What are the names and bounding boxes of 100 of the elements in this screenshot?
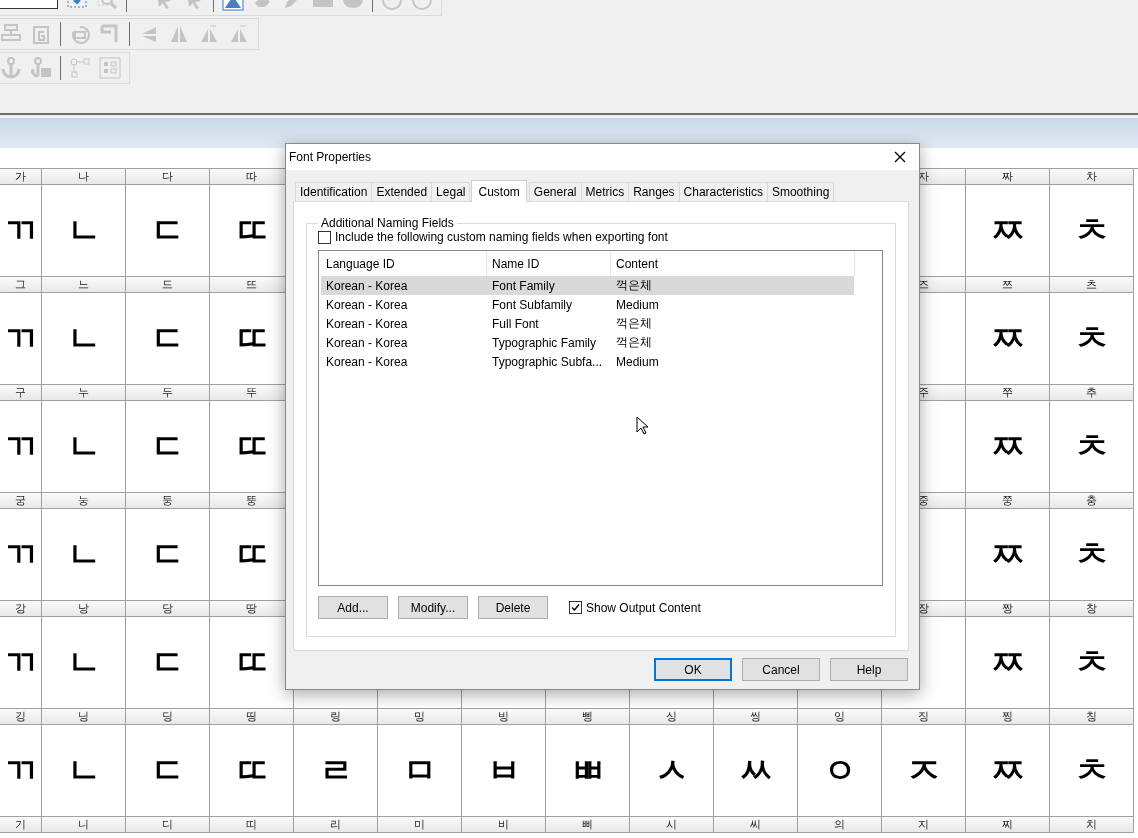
skew-icon[interactable] [198, 23, 220, 45]
glyph[interactable]: ㄴ [66, 531, 101, 578]
glyph[interactable]: ㅆ [738, 747, 773, 794]
glyph[interactable]: ㄲ [3, 207, 38, 254]
glyph[interactable]: ㅊ [1074, 315, 1109, 362]
glyph[interactable]: ㄸ [234, 423, 269, 470]
selected-row[interactable]: Korean - Korea Font Family 꺽은체 [321, 276, 854, 295]
glyph[interactable]: ㄸ [234, 315, 269, 362]
glyph-label: 징 [918, 709, 929, 724]
dialog-button[interactable]: Cancel [742, 658, 820, 681]
glyph[interactable]: ㄲ [3, 531, 38, 578]
table-cell-text: Font Subfamily [491, 297, 574, 312]
glyph[interactable]: ㄴ [66, 423, 101, 470]
glyph[interactable]: ㄷ [150, 747, 185, 794]
glyph[interactable]: ㄷ [150, 423, 185, 470]
glyph[interactable]: ㅁ [402, 747, 437, 794]
glyph[interactable]: ㄲ [3, 423, 38, 470]
glyph-label: 주 [918, 385, 929, 400]
letter-box-icon[interactable] [30, 23, 52, 45]
glyph[interactable]: ㅂ [486, 747, 521, 794]
list-button[interactable]: Modify... [398, 596, 468, 619]
table-cell-text: Korean - Korea [325, 335, 409, 350]
glyph[interactable]: ㄲ [3, 315, 38, 362]
table-cell-text: Korean - Korea [325, 297, 409, 312]
glyph[interactable]: ㅉ [990, 531, 1025, 578]
tab[interactable]: Custom [471, 180, 527, 202]
glyph[interactable]: ㅊ [1074, 207, 1109, 254]
glyph-label: 쭝 [1002, 493, 1013, 508]
glyph[interactable]: ㄸ [234, 207, 269, 254]
glyph[interactable]: ㄹ [318, 747, 353, 794]
glyph-label: 누 [78, 385, 89, 400]
checkbox[interactable] [569, 601, 582, 614]
glyph-label: 닝 [78, 709, 89, 724]
glyph-label: 짜 [1002, 169, 1013, 184]
tab[interactable]: Legal [431, 182, 471, 201]
glyph[interactable]: ㄴ [66, 639, 101, 686]
glyph-label: 눙 [78, 493, 89, 508]
glyph[interactable]: ㄴ [66, 207, 101, 254]
list-button[interactable]: Delete [478, 596, 548, 619]
glyph-label: 잉 [834, 709, 845, 724]
glyph-label: 띠 [246, 817, 257, 832]
glyph-label: 뚜 [246, 385, 257, 400]
glyph-label: 낭 [78, 601, 89, 616]
glyph[interactable]: ㄷ [150, 531, 185, 578]
glyph-label: 짱 [1002, 601, 1013, 616]
nodes-icon[interactable] [69, 57, 91, 79]
glyph[interactable]: ㄷ [150, 639, 185, 686]
dialog-button[interactable]: Help [830, 658, 908, 681]
table-cell-text: Full Font [491, 316, 540, 331]
clamp-icon[interactable] [99, 23, 121, 45]
tab[interactable]: General [528, 182, 582, 201]
glyph[interactable]: ㅊ [1074, 531, 1109, 578]
glyph[interactable]: ㄸ [234, 531, 269, 578]
glyph[interactable]: ㄲ [3, 639, 38, 686]
glyph[interactable]: ㅇ [822, 747, 857, 794]
list-button[interactable]: Add... [318, 596, 388, 619]
glyph-label: 구 [15, 385, 26, 400]
glyph-label: 느 [78, 277, 89, 292]
tab[interactable]: Identification [295, 182, 373, 201]
rotate-icon[interactable] [69, 23, 91, 45]
locked-anchor-icon[interactable] [30, 57, 52, 79]
glyph[interactable]: ㅊ [1074, 639, 1109, 686]
glyph[interactable]: ㅊ [1074, 747, 1109, 794]
glyph-label: 즈 [918, 277, 929, 292]
glyph[interactable]: ㅈ [906, 747, 941, 794]
glyph[interactable]: ㅅ [654, 747, 689, 794]
table-cell-text: Typographic Subfa... [491, 354, 604, 369]
glyph-label: 비 [498, 817, 509, 832]
glyph-label: 빙 [498, 709, 509, 724]
glyph-label: 추 [1086, 385, 1097, 400]
table-cell-text: 꺽은체 [615, 334, 653, 351]
glyph[interactable]: ㄸ [234, 747, 269, 794]
glyph[interactable]: ㅉ [990, 747, 1025, 794]
glyph-label: 중 [918, 493, 929, 508]
glyph[interactable]: ㄴ [66, 315, 101, 362]
glyph[interactable]: ㄷ [150, 207, 185, 254]
glyph[interactable]: ㄸ [234, 639, 269, 686]
checkbox[interactable] [318, 230, 331, 244]
glyph[interactable]: ㅉ [990, 639, 1025, 686]
glyph-label: 기 [15, 817, 26, 832]
tab[interactable]: Ranges [628, 182, 680, 201]
glyph[interactable]: ㅉ [990, 423, 1025, 470]
checkbox-label[interactable]: Include the following custom naming fields when exporting font [335, 230, 668, 244]
checkbox-label[interactable]: Show Output Content [586, 600, 701, 615]
glyph[interactable]: ㅃ [570, 747, 605, 794]
grid-icon[interactable] [99, 57, 121, 79]
glyph[interactable]: ㄴ [66, 747, 101, 794]
tab[interactable]: Smoothing [766, 182, 835, 201]
glyph-label: 밍 [414, 709, 425, 724]
glyph[interactable]: ㄲ [3, 747, 38, 794]
dialog-button[interactable]: OK [654, 658, 732, 681]
anchor-icon[interactable] [0, 57, 22, 79]
glyph-label: 띵 [246, 709, 257, 724]
glyph[interactable]: ㅉ [990, 315, 1025, 362]
skew-icon[interactable] [228, 23, 250, 45]
glyph[interactable]: ㅊ [1074, 423, 1109, 470]
glyph-label: 쯔 [1002, 277, 1013, 292]
group-title: Additional Naming Fields [320, 216, 455, 230]
glyph[interactable]: ㄷ [150, 315, 185, 362]
glyph[interactable]: ㅉ [990, 207, 1025, 254]
